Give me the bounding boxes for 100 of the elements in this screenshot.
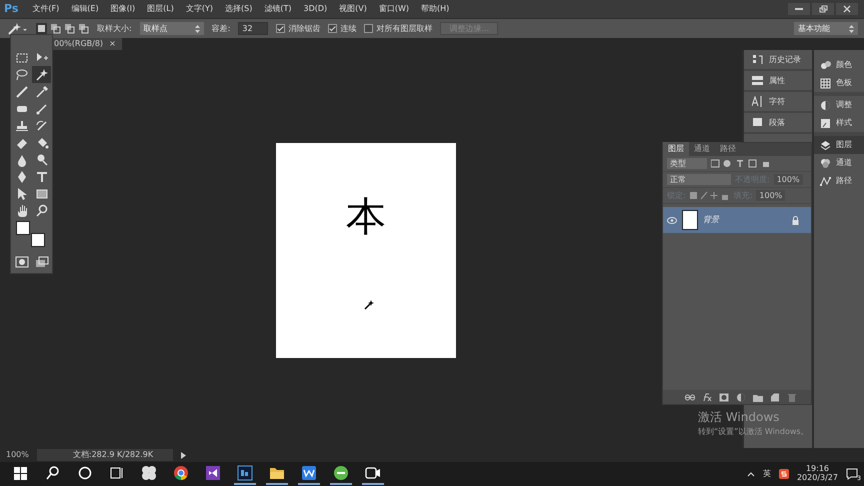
dodge-icon — [34, 152, 48, 166]
channels-icon — [820, 158, 831, 168]
add-selection-icon[interactable] — [50, 23, 61, 34]
lock-options-icons[interactable] — [690, 191, 730, 200]
menu-item[interactable]: 文字(Y) — [180, 3, 220, 15]
sample-size-label: 取样大小: — [97, 22, 132, 34]
adjustment-layer-icon[interactable] — [736, 392, 746, 402]
zoom-icon — [34, 204, 48, 218]
magic-wand-icon[interactable] — [6, 22, 28, 36]
panel-label: 通道 — [836, 157, 852, 169]
background-color-swatch[interactable] — [31, 233, 45, 247]
subtract-selection-icon[interactable] — [64, 23, 75, 34]
menu-item[interactable]: 窗口(W) — [372, 3, 416, 15]
visual-studio-icon[interactable] — [203, 463, 223, 483]
panel-label: 段落 — [769, 116, 785, 128]
menu-item[interactable]: 编辑(E) — [65, 3, 105, 15]
quick-mask-icon — [14, 256, 28, 268]
sogou-icon[interactable] — [778, 469, 789, 479]
stamp-icon — [14, 118, 28, 132]
pinwheel-icon[interactable] — [139, 463, 159, 483]
dock-panel-tab[interactable]: 颜色 — [814, 56, 864, 74]
panel-label: 调整 — [836, 99, 852, 111]
dock-panel-tab[interactable]: 样式 — [814, 114, 864, 132]
dock-panel-tab[interactable]: 调整 — [814, 96, 864, 114]
document-tab[interactable]: 00%(RGB/8) × — [52, 38, 122, 50]
checkbox-label: 消除锯齿 — [288, 22, 320, 34]
dock-panel-tab[interactable]: 路径 — [814, 172, 864, 190]
menu-item[interactable]: 选择(S) — [219, 3, 258, 15]
magic-wand-tool[interactable] — [32, 66, 51, 83]
dock-panel-tab[interactable]: 图层 — [814, 136, 864, 154]
input-language[interactable]: 英 — [762, 468, 771, 480]
dock-panel-tab[interactable]: 通道 — [814, 154, 864, 172]
menu-item[interactable]: 滤镜(T) — [258, 3, 298, 15]
photoshop-icon[interactable] — [235, 463, 255, 483]
magic-wand-icon — [34, 68, 48, 82]
menu-item[interactable]: 图像(I) — [104, 3, 142, 15]
intersect-selection-icon[interactable] — [78, 23, 89, 34]
menu-item[interactable]: 文件(F) — [26, 3, 66, 15]
character-icon — [752, 96, 763, 107]
magic-wand-cursor-icon — [364, 300, 374, 310]
mask-icon[interactable] — [719, 392, 729, 402]
link-icon[interactable] — [685, 392, 695, 402]
layer-row[interactable]: 背景 — [663, 207, 811, 233]
clock[interactable]: 19:16 2020/3/27 — [796, 465, 838, 483]
activation-title: 激活 Windows — [698, 409, 780, 426]
layer-filter-dropdown[interactable]: 类型 — [667, 158, 707, 169]
lasso-icon — [14, 68, 28, 82]
type-icon — [34, 170, 48, 184]
eyedropper-icon — [34, 84, 48, 98]
history-icon — [752, 54, 763, 65]
new-layer-icon[interactable] — [770, 392, 780, 402]
chrome-icon[interactable] — [171, 463, 191, 483]
checkbox[interactable] — [276, 24, 286, 33]
checkbox[interactable] — [328, 24, 338, 33]
checkbox-label: 对所有图层取样 — [376, 22, 432, 34]
eye-icon[interactable] — [667, 216, 677, 224]
panel-label: 属性 — [769, 74, 785, 86]
layer-name: 背景 — [703, 214, 720, 226]
fill-field[interactable]: 100% — [756, 190, 786, 201]
panel-label: 图层 — [836, 139, 852, 151]
panel-label: 颜色 — [836, 59, 852, 71]
panel-label: 色板 — [836, 77, 852, 89]
close-button[interactable] — [836, 3, 858, 15]
close-tab-button[interactable]: × — [109, 38, 116, 50]
activation-message: 转到“设置”以激活 Windows。 — [698, 426, 809, 438]
rectangle-icon — [34, 186, 48, 200]
minus-circle-icon[interactable] — [331, 463, 351, 483]
new-selection-icon[interactable] — [36, 23, 47, 34]
restore-button[interactable] — [812, 3, 834, 15]
zoom-level: 100% — [6, 449, 29, 461]
brush-icon — [34, 102, 48, 116]
updown-caret-icon — [849, 24, 854, 32]
sample-size-dropdown[interactable]: 取样点 — [140, 22, 204, 35]
layer-thumbnail — [682, 210, 698, 230]
document-info: 文档:282.9 K/282.9K — [36, 449, 174, 461]
marquee-icon — [14, 50, 28, 64]
panel-tab[interactable]: 图层 — [663, 142, 689, 156]
menu-item[interactable]: 视图(V) — [333, 3, 373, 15]
adjustments-icon — [820, 100, 831, 110]
menu-item[interactable]: 图层(L) — [141, 3, 180, 15]
workspace-dropdown[interactable]: 基本功能 — [794, 22, 858, 35]
menu-item[interactable]: 帮助(H) — [415, 3, 456, 15]
opacity-field[interactable]: 100% — [774, 174, 803, 185]
panel-label: 样式 — [836, 117, 852, 129]
wps-icon[interactable] — [299, 463, 319, 483]
paragraph-icon — [752, 117, 763, 128]
foreground-color-swatch[interactable] — [16, 221, 30, 235]
minimize-button[interactable] — [788, 3, 810, 15]
tolerance-field[interactable]: 32 — [238, 22, 268, 35]
expand-arrow-icon[interactable] — [181, 452, 186, 458]
panel-label: 字符 — [769, 96, 785, 108]
color-icon — [820, 60, 831, 70]
clock-date: 2020/3/27 — [796, 474, 838, 483]
menu-item[interactable]: 3D(D) — [297, 3, 334, 15]
blend-mode-dropdown[interactable]: 正常 — [667, 174, 731, 185]
checkbox[interactable] — [364, 24, 374, 33]
effects-icon[interactable] — [702, 392, 712, 402]
chevron-up-icon[interactable] — [746, 471, 755, 477]
dock-panel-tab[interactable]: 色板 — [814, 74, 864, 92]
styles-icon — [820, 118, 831, 128]
